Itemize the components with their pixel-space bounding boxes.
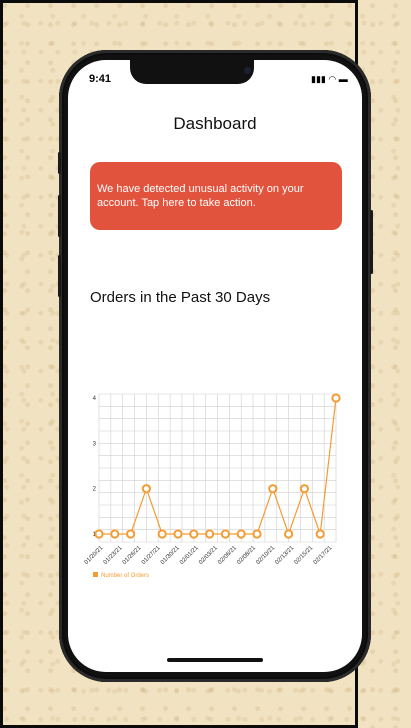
data-point — [189, 529, 199, 539]
phone-mute-switch — [58, 152, 61, 174]
page-title: Dashboard — [173, 114, 257, 133]
data-point — [173, 529, 183, 539]
x-tick-label: 01/26/21 — [122, 545, 143, 566]
data-point — [236, 529, 246, 539]
x-tick-label: 02/03/21 — [198, 545, 219, 566]
data-point — [110, 529, 120, 539]
data-point — [331, 393, 341, 403]
x-tick-label: 02/01/21 — [179, 545, 200, 566]
orders-chart: 123401/20/2101/23/2101/26/2101/27/2101/3… — [84, 393, 341, 579]
x-tick-label: 02/10/21 — [255, 545, 276, 566]
frame-left-border — [0, 0, 3, 728]
data-point — [94, 529, 104, 539]
phone-volume-down-button — [58, 255, 61, 297]
frame-top-border — [0, 0, 358, 3]
status-icons: ▮▮▮ ◠ ▬ — [311, 74, 348, 84]
x-tick-label: 01/23/21 — [103, 545, 124, 566]
data-point — [252, 529, 262, 539]
legend-label: Number of Orders — [101, 573, 149, 579]
home-indicator[interactable] — [167, 658, 263, 662]
x-tick-label: 01/27/21 — [141, 545, 162, 566]
alert-banner[interactable]: We have detected unusual activity on you… — [90, 162, 342, 230]
x-tick-label: 02/08/21 — [236, 545, 257, 566]
data-point — [126, 529, 136, 539]
y-tick-label: 2 — [93, 487, 97, 493]
x-tick-label: 02/13/21 — [274, 545, 295, 566]
data-point — [157, 529, 167, 539]
x-tick-label: 01/20/21 — [84, 545, 105, 566]
data-point — [268, 484, 278, 494]
x-tick-label: 02/06/21 — [217, 545, 238, 566]
data-point — [284, 529, 294, 539]
data-point — [220, 529, 230, 539]
data-point — [141, 484, 152, 494]
camera-icon — [244, 67, 251, 74]
section-title: Orders in the Past 30 Days — [90, 289, 271, 306]
data-point — [315, 529, 325, 539]
x-tick-label: 02/17/21 — [313, 545, 334, 566]
data-point — [205, 529, 215, 539]
y-tick-label: 3 — [93, 441, 97, 447]
data-point — [299, 484, 309, 494]
y-tick-label: 4 — [93, 396, 97, 402]
status-time: 9:41 — [89, 73, 112, 85]
phone-volume-up-button — [58, 195, 61, 237]
x-tick-label: 02/15/21 — [294, 545, 315, 566]
x-tick-label: 01/30/21 — [160, 545, 181, 566]
phone-power-button — [370, 210, 373, 274]
phone-notch — [130, 60, 254, 84]
alert-message: We have detected unusual activity on you… — [97, 183, 304, 209]
legend-swatch — [93, 572, 98, 577]
